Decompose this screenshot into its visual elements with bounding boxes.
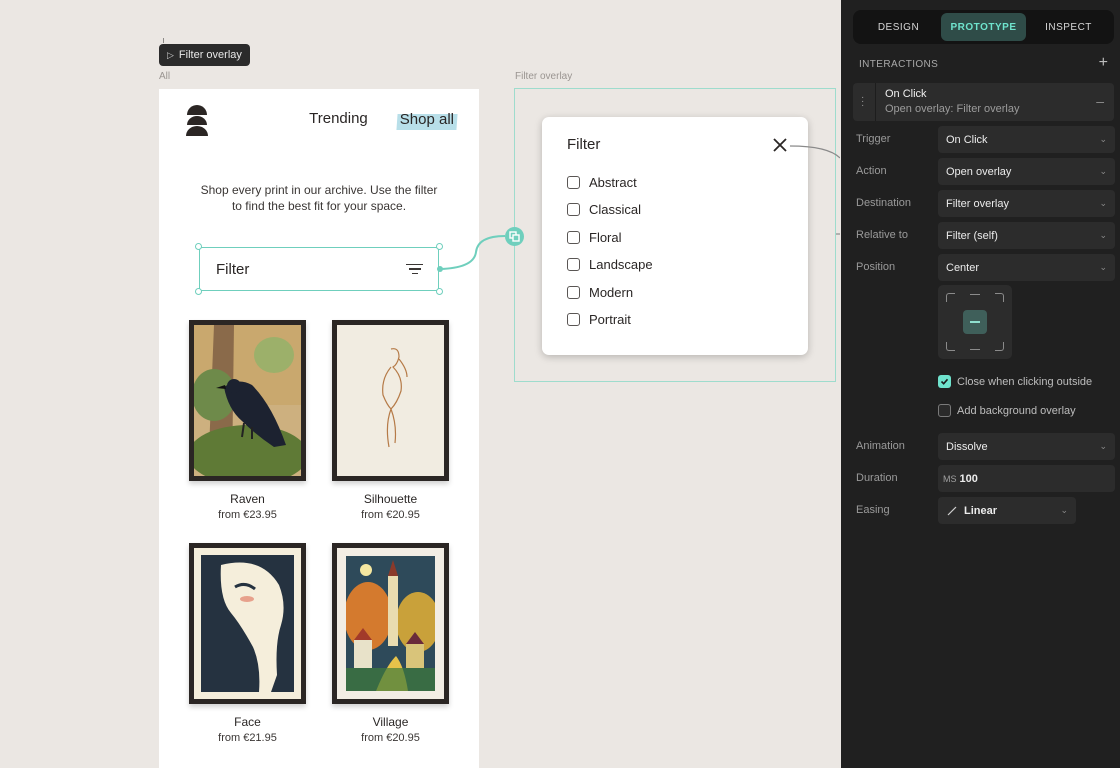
background-overlay-row[interactable]: Add background overlay bbox=[938, 404, 1076, 417]
corner-top-left[interactable] bbox=[946, 293, 955, 302]
properties-panel: DESIGN PROTOTYPE INSPECT INTERACTIONS + … bbox=[841, 0, 1120, 768]
chevron-down-icon: ⌄ bbox=[1099, 230, 1107, 240]
easing-value: Linear bbox=[964, 504, 998, 517]
remove-interaction-icon[interactable]: – bbox=[1096, 93, 1104, 109]
easing-select[interactable]: Linear ⌄ bbox=[938, 497, 1076, 524]
position-label: Position bbox=[856, 261, 896, 273]
design-canvas[interactable]: ▷ Filter overlay All Filter overlay Tren… bbox=[0, 0, 840, 768]
destination-label: Destination bbox=[856, 197, 912, 209]
destination-value: Filter overlay bbox=[946, 197, 1009, 210]
divider bbox=[875, 83, 876, 121]
chevron-down-icon: ⌄ bbox=[1099, 441, 1107, 451]
position-center[interactable] bbox=[963, 310, 987, 334]
duration-value: 100 bbox=[959, 472, 978, 485]
action-label: Action bbox=[856, 165, 887, 177]
relative-to-select[interactable]: Filter (self) ⌄ bbox=[938, 222, 1115, 249]
nav-shop-all[interactable]: Shop all bbox=[397, 110, 457, 129]
interaction-item[interactable]: · · · On Click Open overlay: Filter overla… bbox=[853, 83, 1114, 121]
nav-shop-all-label: Shop all bbox=[399, 111, 454, 128]
animation-select[interactable]: Dissolve ⌄ bbox=[938, 433, 1115, 460]
interactions-section-title: INTERACTIONS bbox=[859, 59, 939, 70]
background-overlay-checkbox[interactable] bbox=[938, 404, 951, 417]
trigger-select[interactable]: On Click ⌄ bbox=[938, 126, 1115, 153]
relative-to-label: Relative to bbox=[856, 229, 908, 241]
corner-bottom-right[interactable] bbox=[995, 342, 1004, 351]
chevron-down-icon: ⌄ bbox=[1099, 198, 1107, 208]
check-icon bbox=[940, 378, 949, 385]
destination-select[interactable]: Filter overlay ⌄ bbox=[938, 190, 1115, 217]
position-select[interactable]: Center ⌄ bbox=[938, 254, 1115, 281]
corner-top-right[interactable] bbox=[995, 293, 1004, 302]
relative-to-value: Filter (self) bbox=[946, 229, 998, 242]
interaction-trigger: On Click bbox=[885, 88, 927, 100]
easing-label: Easing bbox=[856, 504, 890, 516]
action-value: Open overlay bbox=[946, 165, 1012, 178]
linear-curve-icon bbox=[947, 506, 957, 515]
animation-value: Dissolve bbox=[946, 440, 988, 453]
interaction-summary: Open overlay: Filter overlay bbox=[885, 103, 1020, 115]
duration-input[interactable]: MS 100 bbox=[938, 465, 1115, 492]
close-outside-label: Close when clicking outside bbox=[957, 375, 1093, 388]
chevron-down-icon: ⌄ bbox=[1099, 166, 1107, 176]
drag-handle-icon[interactable]: · · · bbox=[861, 93, 864, 111]
background-overlay-label: Add background overlay bbox=[957, 404, 1076, 417]
trigger-label: Trigger bbox=[856, 133, 891, 145]
tab-design[interactable]: DESIGN bbox=[856, 13, 941, 41]
chevron-down-icon: ⌄ bbox=[1099, 134, 1107, 144]
connection-node-icon[interactable] bbox=[505, 227, 524, 246]
animation-label: Animation bbox=[856, 440, 905, 452]
edge-bottom[interactable] bbox=[970, 349, 980, 350]
add-interaction-icon[interactable]: + bbox=[1099, 54, 1108, 72]
duration-unit: MS bbox=[943, 473, 957, 484]
duration-label: Duration bbox=[856, 472, 898, 484]
close-outside-row[interactable]: Close when clicking outside bbox=[938, 375, 1092, 388]
position-value: Center bbox=[946, 261, 980, 274]
tab-inspect[interactable]: INSPECT bbox=[1026, 13, 1111, 41]
edge-top[interactable] bbox=[970, 294, 980, 295]
position-picker[interactable] bbox=[938, 285, 1012, 359]
trigger-value: On Click bbox=[946, 133, 988, 146]
tab-prototype[interactable]: PROTOTYPE bbox=[941, 13, 1026, 41]
panel-tabs: DESIGN PROTOTYPE INSPECT bbox=[853, 10, 1114, 44]
close-outside-checkbox[interactable] bbox=[938, 375, 951, 388]
chevron-down-icon: ⌄ bbox=[1060, 505, 1068, 515]
action-select[interactable]: Open overlay ⌄ bbox=[938, 158, 1115, 185]
chevron-down-icon: ⌄ bbox=[1099, 262, 1107, 272]
corner-bottom-left[interactable] bbox=[946, 342, 955, 351]
